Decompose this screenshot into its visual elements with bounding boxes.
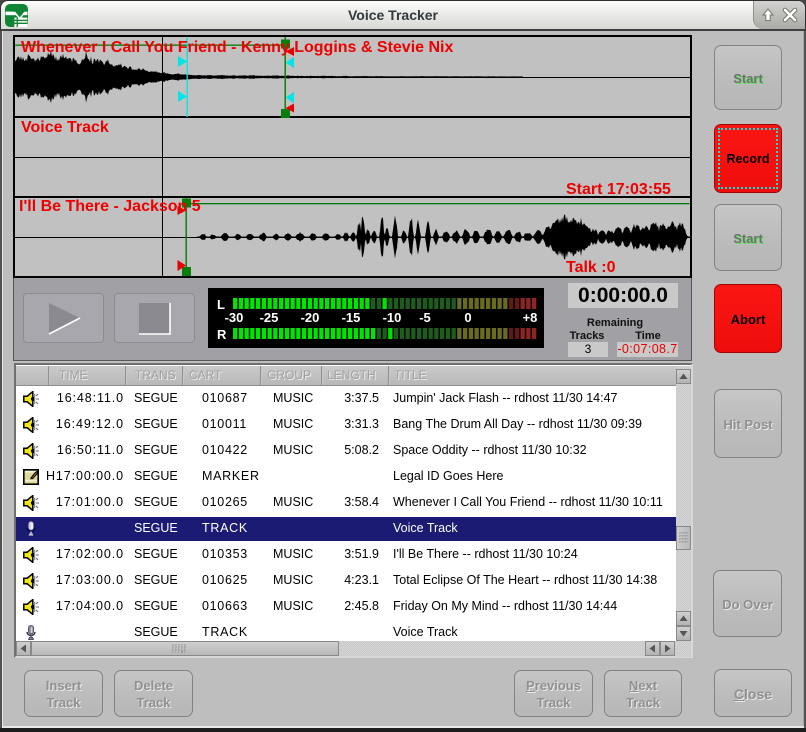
svg-text:-25: -25: [260, 310, 279, 325]
svg-text:0: 0: [464, 310, 471, 325]
svg-text:R: R: [217, 327, 227, 342]
svg-text:-15: -15: [342, 310, 361, 325]
svg-text:-20: -20: [301, 310, 320, 325]
svg-text:-30: -30: [225, 310, 244, 325]
svg-text:+8: +8: [523, 310, 538, 325]
svg-text:-5: -5: [419, 310, 431, 325]
svg-text:-10: -10: [383, 310, 402, 325]
